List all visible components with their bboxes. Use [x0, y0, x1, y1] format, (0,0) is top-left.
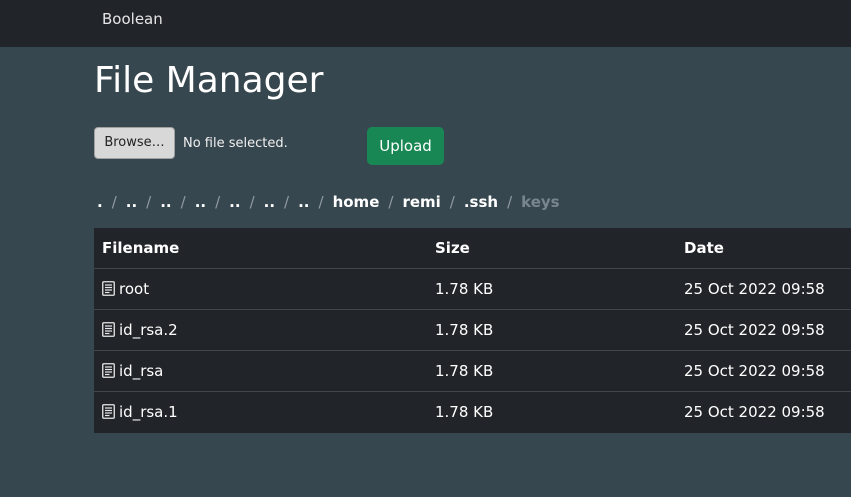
- file-text-icon: [102, 404, 115, 419]
- breadcrumb-item-parent[interactable]: ..: [160, 191, 171, 213]
- breadcrumb-separator: /: [180, 193, 186, 211]
- breadcrumb-separator: /: [318, 193, 324, 211]
- file-selection-status: No file selected.: [183, 136, 288, 151]
- breadcrumb-separator: /: [449, 193, 455, 211]
- file-name: id_rsa.1: [119, 403, 178, 421]
- file-text-icon: [102, 363, 115, 378]
- file-name: root: [119, 280, 150, 298]
- table-row: root 1.78 KB 25 Oct 2022 09:58: [94, 269, 851, 310]
- file-size: 1.78 KB: [435, 403, 494, 421]
- file-size: 1.78 KB: [435, 280, 494, 298]
- file-name-link[interactable]: id_rsa.2: [102, 310, 178, 351]
- breadcrumb-separator: /: [388, 193, 394, 211]
- breadcrumb-separator: /: [146, 193, 152, 211]
- file-table: Filename Size Date root 1.78 KB 25 Oct 2…: [94, 228, 851, 433]
- navbar-brand[interactable]: Boolean: [102, 9, 163, 29]
- column-header-filename: Filename: [102, 239, 180, 257]
- breadcrumb-separator: /: [111, 193, 117, 211]
- breadcrumb-item-parent[interactable]: ..: [126, 191, 137, 213]
- breadcrumb-separator: /: [215, 193, 221, 211]
- upload-button[interactable]: Upload: [367, 127, 444, 165]
- table-row: id_rsa.2 1.78 KB 25 Oct 2022 09:58: [94, 310, 851, 351]
- file-date: 25 Oct 2022 09:58: [684, 280, 825, 298]
- breadcrumb-separator: /: [249, 193, 255, 211]
- file-size: 1.78 KB: [435, 321, 494, 339]
- table-header-row: Filename Size Date: [94, 228, 851, 269]
- breadcrumb: . / .. / .. / .. / .. / .. / .. / home /…: [97, 191, 560, 213]
- file-name: id_rsa: [119, 362, 164, 380]
- file-text-icon: [102, 322, 115, 337]
- file-name: id_rsa.2: [119, 321, 178, 339]
- file-name-link[interactable]: root: [102, 269, 149, 310]
- breadcrumb-item-parent[interactable]: ..: [195, 191, 206, 213]
- page-title: File Manager: [94, 60, 324, 101]
- column-header-date: Date: [684, 239, 724, 257]
- breadcrumb-item-parent[interactable]: ..: [229, 191, 240, 213]
- breadcrumb-item-parent[interactable]: ..: [298, 191, 309, 213]
- breadcrumb-item-parent[interactable]: ..: [264, 191, 275, 213]
- column-header-size: Size: [435, 239, 470, 257]
- file-date: 25 Oct 2022 09:58: [684, 403, 825, 421]
- breadcrumb-item-ssh[interactable]: .ssh: [464, 191, 498, 213]
- file-name-link[interactable]: id_rsa.1: [102, 392, 178, 433]
- breadcrumb-item-keys: keys: [521, 193, 560, 211]
- file-date: 25 Oct 2022 09:58: [684, 321, 825, 339]
- navbar: Boolean: [0, 0, 851, 47]
- file-size: 1.78 KB: [435, 362, 494, 380]
- table-row: id_rsa.1 1.78 KB 25 Oct 2022 09:58: [94, 392, 851, 433]
- breadcrumb-separator: /: [507, 193, 513, 211]
- file-date: 25 Oct 2022 09:58: [684, 362, 825, 380]
- table-row: id_rsa 1.78 KB 25 Oct 2022 09:58: [94, 351, 851, 392]
- breadcrumb-separator: /: [284, 193, 290, 211]
- breadcrumb-item-home[interactable]: home: [333, 191, 380, 213]
- file-name-link[interactable]: id_rsa: [102, 351, 163, 392]
- file-text-icon: [102, 281, 115, 296]
- breadcrumb-item-remi[interactable]: remi: [402, 191, 440, 213]
- browse-button[interactable]: Browse…: [94, 127, 175, 159]
